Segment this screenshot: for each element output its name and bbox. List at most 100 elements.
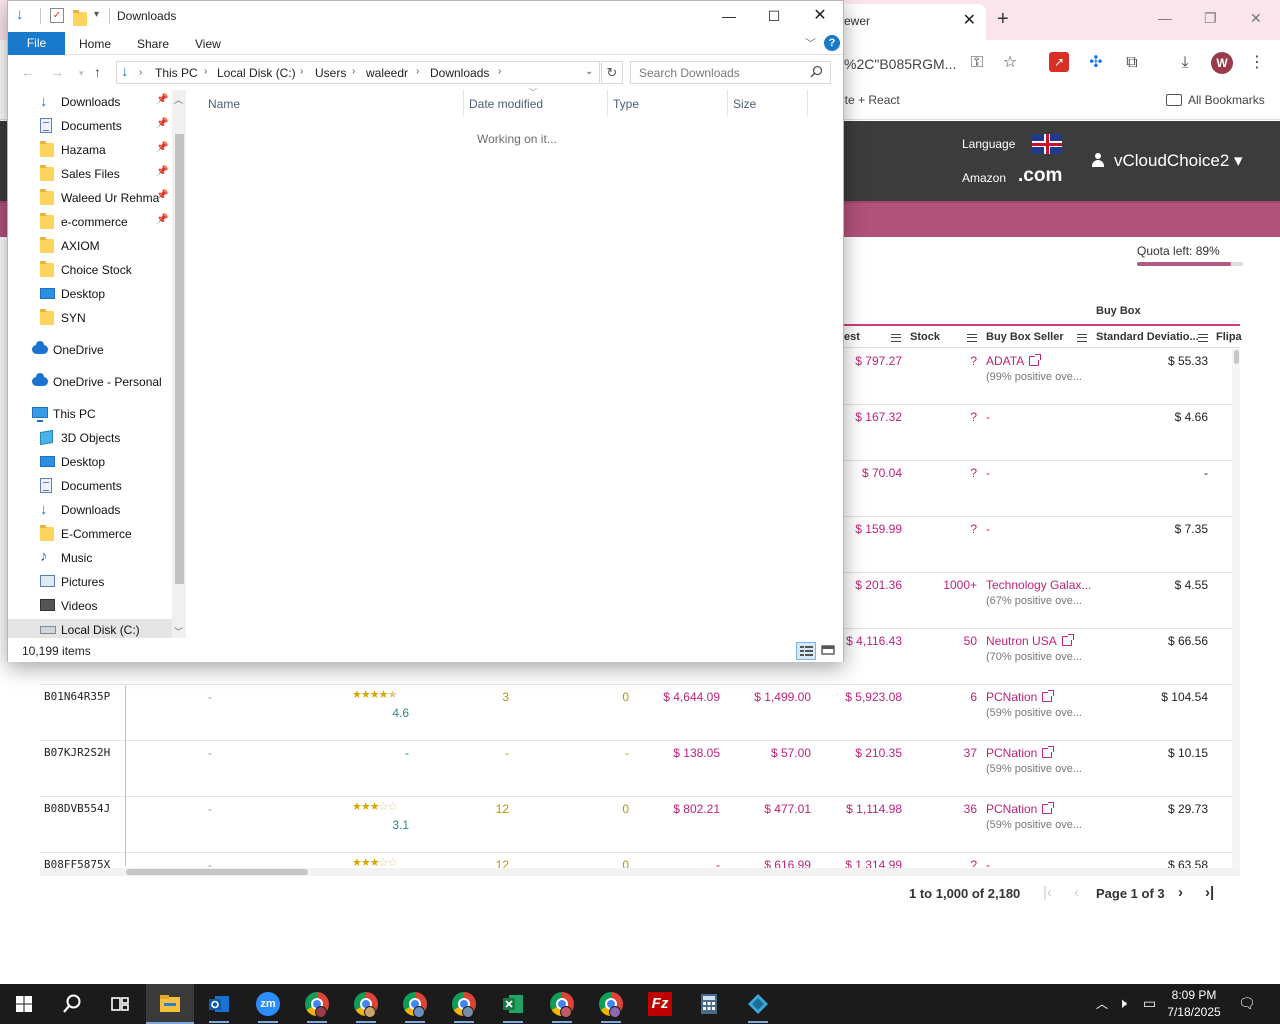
domain-selector[interactable]: .com (1018, 165, 1062, 187)
column-menu-icon[interactable] (1077, 334, 1087, 342)
nav-item[interactable]: SYN (8, 307, 172, 329)
nav-item[interactable]: Documents (8, 475, 172, 497)
search-button[interactable] (48, 984, 96, 1024)
speaker-muted-icon[interactable]: 🕨 (1118, 995, 1127, 1012)
quick-access-dropdown-icon[interactable]: ▾ (94, 9, 99, 25)
explorer-title-bar[interactable]: ↓ ✓ ▾ Downloads — ☐ ✕ (8, 1, 843, 32)
tab-close-icon[interactable]: ✕ (963, 10, 976, 30)
profile-avatar[interactable]: W (1211, 52, 1233, 74)
nav-item[interactable]: ↓ Downloads 📌 (8, 91, 172, 113)
details-view-icon[interactable] (796, 642, 816, 660)
recent-locations-icon[interactable]: ▾ (79, 68, 84, 79)
nav-item[interactable]: Hazama 📌 (8, 139, 172, 161)
password-key-icon[interactable]: ⚿ (966, 52, 988, 74)
last-page-icon[interactable]: ›| (1205, 884, 1214, 901)
buy-box-seller-cell[interactable]: Neutron USA (986, 634, 1074, 648)
nav-item[interactable]: OneDrive (8, 339, 172, 361)
help-icon[interactable]: ? (824, 35, 840, 51)
table-row[interactable]: B08FF5875X - ★★★☆☆ 12 0- $ 616.99 $ 1,314.99? -… (40, 853, 1240, 868)
chrome-profile-3-taskbar-button[interactable] (391, 984, 439, 1024)
column-menu-icon[interactable] (891, 334, 901, 342)
chrome-profile-5-taskbar-button[interactable] (538, 984, 586, 1024)
chrome-profile-1-taskbar-button[interactable] (293, 984, 341, 1024)
minimize-icon[interactable]: — (706, 1, 752, 32)
table-row[interactable]: B08DVB554J - ★★★☆☆ 3.1 12 0 $ 802.21 $ 477.01 $ … (40, 797, 1240, 853)
new-folder-icon[interactable] (73, 10, 87, 26)
grid-vertical-scroll-thumb[interactable] (1234, 350, 1239, 364)
calculator-taskbar-button[interactable] (685, 984, 733, 1024)
back-arrow-icon[interactable]: ← (21, 64, 35, 80)
buy-box-seller-cell[interactable]: PCNation (986, 690, 1055, 704)
breadcrumb-this-pc[interactable]: This PC (155, 66, 198, 80)
outlook-taskbar-button[interactable] (195, 984, 243, 1024)
chrome-profile-4-taskbar-button[interactable] (440, 984, 488, 1024)
chrome-profile-2-taskbar-button[interactable] (342, 984, 390, 1024)
buy-box-seller-cell[interactable]: ADATA (986, 354, 1042, 368)
filezilla-taskbar-button[interactable]: Fz (636, 984, 684, 1024)
tab-home[interactable]: Home (79, 37, 111, 51)
breadcrumb-local-disk[interactable]: Local Disk (C:) (217, 66, 296, 80)
search-input[interactable]: Search Downloads (630, 61, 831, 84)
nav-item[interactable]: ↓ Downloads (8, 499, 172, 521)
zoom-taskbar-button[interactable]: zm (244, 984, 292, 1024)
browser-restore-icon[interactable]: ❐ (1204, 10, 1217, 27)
close-icon[interactable]: ✕ (797, 1, 843, 32)
column-menu-icon[interactable] (967, 334, 977, 342)
all-bookmarks-button[interactable]: All Bookmarks (1166, 93, 1265, 107)
scroll-down-icon[interactable]: ﹀ (174, 625, 183, 638)
tab-file[interactable]: File (8, 32, 65, 55)
network-icon[interactable]: ▭ (1143, 995, 1156, 1012)
chrome-profile-6-taskbar-button[interactable] (587, 984, 635, 1024)
excel-taskbar-button[interactable] (489, 984, 537, 1024)
up-arrow-icon[interactable]: ↑ (94, 64, 101, 80)
column-menu-icon[interactable] (1198, 334, 1208, 342)
external-link-icon[interactable] (1042, 690, 1055, 702)
column-header[interactable]: Stock (910, 331, 940, 343)
column-type[interactable]: Type (613, 97, 639, 111)
address-dropdown-icon[interactable]: ⌄ (585, 66, 593, 77)
nav-item[interactable]: Waleed Ur Rehma 📌 (8, 187, 172, 209)
nav-item[interactable]: e-commerce 📌 (8, 211, 172, 233)
nav-item[interactable]: Desktop (8, 283, 172, 305)
properties-check-icon[interactable]: ✓ (50, 8, 64, 23)
show-hidden-icons-icon[interactable]: ︿ (1096, 995, 1108, 1012)
table-row[interactable]: B07KJR2S2H - - - - $ 138.05 $ 57.00 $ 210.35 37 P… (40, 741, 1240, 797)
column-header[interactable]: est (844, 331, 860, 343)
column-header[interactable]: Flipa (1216, 331, 1242, 343)
large-icons-view-icon[interactable] (819, 642, 839, 660)
column-size[interactable]: Size (733, 97, 756, 111)
nav-item[interactable]: Desktop (8, 451, 172, 473)
nav-item[interactable]: ♪ Music (8, 547, 172, 569)
breadcrumb-waleedr[interactable]: waleedr (366, 66, 408, 80)
nav-item[interactable]: Sales Files 📌 (8, 163, 172, 185)
nav-item[interactable]: Documents 📌 (8, 115, 172, 137)
tab-view[interactable]: View (195, 37, 221, 51)
system-clock[interactable]: 8:09 PM 7/18/2025 (1166, 987, 1222, 1021)
column-header[interactable]: Standard Deviatio... (1096, 331, 1199, 343)
first-page-icon[interactable]: |‹ (1043, 884, 1052, 901)
task-view-button[interactable] (96, 984, 144, 1024)
nav-item[interactable]: Pictures (8, 571, 172, 593)
expand-ribbon-icon[interactable]: ﹀ (805, 35, 816, 51)
nav-item[interactable]: Choice Stock (8, 259, 172, 281)
download-icon[interactable]: ⤓ (1174, 52, 1196, 74)
external-link-icon[interactable] (1042, 746, 1055, 758)
navigation-pane-scroll-thumb[interactable] (175, 134, 184, 584)
external-link-icon[interactable] (1042, 802, 1055, 814)
bookmark-item[interactable]: ite + React (842, 93, 900, 107)
nav-item[interactable]: Local Disk (C:) (8, 619, 172, 638)
browser-tab[interactable]: ewer ✕ (838, 4, 986, 40)
forward-arrow-icon[interactable]: → (50, 64, 64, 80)
table-row[interactable]: B01N64R35P - ★★★★★ 4.6 3 0 $ 4,644.09 $ 1,499.0… (40, 685, 1240, 741)
uk-flag-icon[interactable] (1032, 134, 1062, 154)
maximize-icon[interactable]: ☐ (751, 1, 797, 32)
extensions-puzzle-icon[interactable]: ⧉ (1121, 52, 1143, 74)
buy-box-seller-cell[interactable]: PCNation (986, 802, 1055, 816)
column-date-modified[interactable]: Date modified (469, 97, 543, 111)
column-name[interactable]: Name (208, 97, 240, 111)
address-bar-url[interactable]: %2C"B085RGM... (844, 56, 956, 72)
bookmark-star-icon[interactable]: ☆ (999, 52, 1021, 74)
notifications-icon[interactable]: 🗨 (1238, 995, 1256, 1012)
previous-page-icon[interactable]: ‹ (1074, 884, 1079, 901)
app-taskbar-button[interactable] (734, 984, 782, 1024)
